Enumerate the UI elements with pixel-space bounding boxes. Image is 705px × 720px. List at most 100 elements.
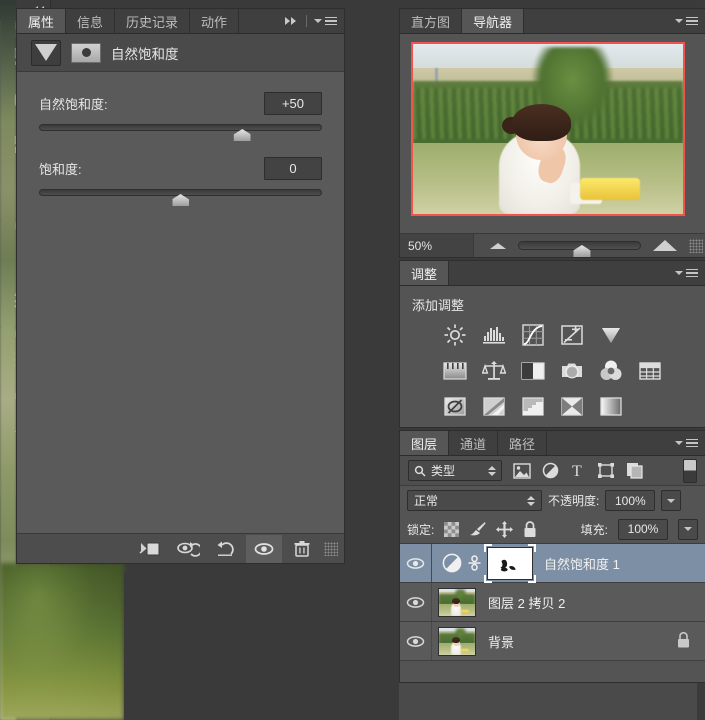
adjustment-layer-thumbnail[interactable] bbox=[442, 553, 462, 573]
layer-mask-icon[interactable] bbox=[71, 42, 101, 63]
tab-paths-label: 路径 bbox=[509, 436, 536, 452]
adjustment-row-2 bbox=[442, 358, 705, 384]
svg-text:T: T bbox=[572, 463, 582, 479]
hamburger-icon bbox=[325, 16, 337, 26]
tab-properties[interactable]: 属性 bbox=[17, 9, 67, 33]
zoom-out-small-mountain-icon[interactable] bbox=[490, 242, 506, 249]
tab-channels[interactable]: 通道 bbox=[449, 431, 499, 455]
menu-divider bbox=[306, 15, 307, 27]
channel-mixer-icon[interactable] bbox=[598, 358, 624, 384]
filter-enable-toggle[interactable] bbox=[683, 458, 697, 483]
filter-pixel-icon[interactable] bbox=[513, 462, 531, 479]
layer-thumbnail[interactable] bbox=[438, 587, 476, 617]
resize-grip-icon[interactable] bbox=[689, 238, 703, 253]
adjustments-panel-menu-button[interactable] bbox=[675, 261, 705, 285]
tab-properties-label: 属性 bbox=[28, 14, 55, 30]
tab-paths[interactable]: 路径 bbox=[498, 431, 548, 455]
color-balance-icon[interactable] bbox=[481, 358, 507, 384]
opacity-input[interactable]: 100% bbox=[605, 490, 656, 511]
levels-icon[interactable] bbox=[481, 322, 507, 348]
lock-transparency-icon[interactable] bbox=[444, 521, 460, 537]
brightness-contrast-icon[interactable] bbox=[442, 322, 468, 348]
selective-color-icon[interactable] bbox=[559, 394, 585, 420]
navigator-view-box[interactable] bbox=[411, 42, 685, 216]
posterize-icon[interactable] bbox=[481, 394, 507, 420]
navigator-panel-menu-button[interactable] bbox=[675, 9, 705, 33]
adjustments-tabbar: 调整 bbox=[400, 261, 705, 286]
zoom-level-input[interactable]: 50% bbox=[400, 234, 474, 257]
layer-filter-row: 类型 T bbox=[400, 456, 705, 486]
tab-info[interactable]: 信息 bbox=[66, 9, 116, 33]
vibrance-value-input[interactable]: +50 bbox=[264, 92, 322, 115]
layers-panel-menu-button[interactable] bbox=[675, 431, 705, 455]
layer-visibility-toggle[interactable] bbox=[400, 583, 432, 621]
saturation-slider-track[interactable] bbox=[39, 189, 322, 206]
layer-name[interactable]: 背景 bbox=[488, 632, 514, 651]
layer-name[interactable]: 自然饱和度 1 bbox=[544, 554, 620, 573]
layer-mask-link-icon[interactable] bbox=[467, 554, 481, 572]
layer-thumbnail[interactable] bbox=[438, 626, 476, 656]
tab-navigator[interactable]: 导航器 bbox=[462, 9, 525, 33]
invert-icon[interactable] bbox=[442, 394, 468, 420]
tab-layers[interactable]: 图层 bbox=[400, 431, 450, 455]
exposure-icon[interactable] bbox=[559, 322, 585, 348]
navigator-preview-wrap bbox=[411, 42, 694, 216]
lock-position-move-icon[interactable] bbox=[496, 520, 514, 538]
zoom-slider-thumb[interactable] bbox=[573, 245, 591, 257]
opacity-dropdown-button[interactable] bbox=[661, 490, 682, 511]
filter-smart-object-icon[interactable] bbox=[626, 462, 643, 479]
delete-trash-icon[interactable] bbox=[284, 535, 320, 563]
table-row[interactable]: 背景 bbox=[400, 622, 705, 661]
tab-actions[interactable]: 动作 bbox=[190, 9, 240, 33]
table-row[interactable]: 自然饱和度 1 bbox=[400, 543, 705, 583]
blend-mode-select[interactable]: 正常 bbox=[407, 490, 542, 511]
layer-mask-thumbnail[interactable] bbox=[484, 543, 536, 583]
resize-grip-icon[interactable] bbox=[324, 541, 338, 556]
filter-shape-icon[interactable] bbox=[597, 462, 615, 479]
vibrance-slider-thumb[interactable] bbox=[233, 129, 251, 141]
toggle-visibility-eye-icon[interactable] bbox=[246, 534, 282, 563]
layer-visibility-toggle[interactable] bbox=[400, 544, 432, 582]
filter-type-icon[interactable]: T bbox=[570, 462, 586, 479]
vibrance-slider-track[interactable] bbox=[39, 124, 322, 141]
saturation-value-input[interactable]: 0 bbox=[264, 157, 322, 180]
zoom-slider-track[interactable] bbox=[518, 241, 641, 257]
saturation-label: 饱和度: bbox=[39, 162, 82, 177]
saturation-slider-thumb[interactable] bbox=[172, 194, 189, 206]
table-row[interactable]: 图层 2 拷贝 2 bbox=[400, 583, 705, 622]
tab-histogram-label: 直方图 bbox=[411, 14, 451, 30]
photo-filter-icon[interactable] bbox=[559, 358, 585, 384]
curves-icon[interactable] bbox=[520, 322, 546, 348]
zoom-in-large-mountain-icon[interactable] bbox=[653, 240, 677, 251]
hamburger-icon bbox=[686, 16, 698, 26]
threshold-icon[interactable] bbox=[520, 394, 546, 420]
fill-dropdown-button[interactable] bbox=[678, 518, 698, 540]
fill-label: 填充: bbox=[580, 522, 608, 537]
vibrance-icon[interactable] bbox=[598, 322, 624, 348]
blend-mode-stepper-icon[interactable] bbox=[527, 495, 535, 506]
reset-icon[interactable] bbox=[208, 535, 244, 563]
gradient-map-icon[interactable] bbox=[598, 394, 624, 420]
lock-image-pixels-brush-icon[interactable] bbox=[469, 521, 486, 537]
page-title: 自然饱和度 bbox=[111, 46, 179, 62]
tab-adjustments[interactable]: 调整 bbox=[400, 261, 450, 285]
hamburger-icon bbox=[686, 268, 698, 278]
clip-to-layer-icon[interactable] bbox=[132, 535, 168, 563]
tab-histogram[interactable]: 直方图 bbox=[400, 9, 463, 33]
tab-adjustments-label: 调整 bbox=[411, 266, 438, 282]
preview-eye-loop-icon[interactable] bbox=[170, 535, 206, 563]
filter-adjustment-icon[interactable] bbox=[542, 462, 559, 479]
fill-input[interactable]: 100% bbox=[618, 518, 668, 540]
tab-history[interactable]: 历史记录 bbox=[115, 9, 191, 33]
layer-visibility-toggle[interactable] bbox=[400, 622, 432, 660]
layer-name[interactable]: 图层 2 拷贝 2 bbox=[488, 593, 565, 612]
filter-kind-select[interactable]: 类型 bbox=[408, 460, 502, 481]
lock-all-padlock-icon[interactable] bbox=[523, 520, 537, 538]
color-lookup-icon[interactable] bbox=[637, 358, 663, 384]
tab-history-label: 历史记录 bbox=[126, 14, 179, 30]
expand-tabs-double-arrow-icon[interactable] bbox=[279, 9, 302, 33]
hue-saturation-icon[interactable] bbox=[442, 358, 468, 384]
black-white-icon[interactable] bbox=[520, 358, 546, 384]
filter-kind-stepper-icon[interactable] bbox=[488, 465, 496, 476]
properties-panel-menu-button[interactable] bbox=[302, 9, 344, 33]
